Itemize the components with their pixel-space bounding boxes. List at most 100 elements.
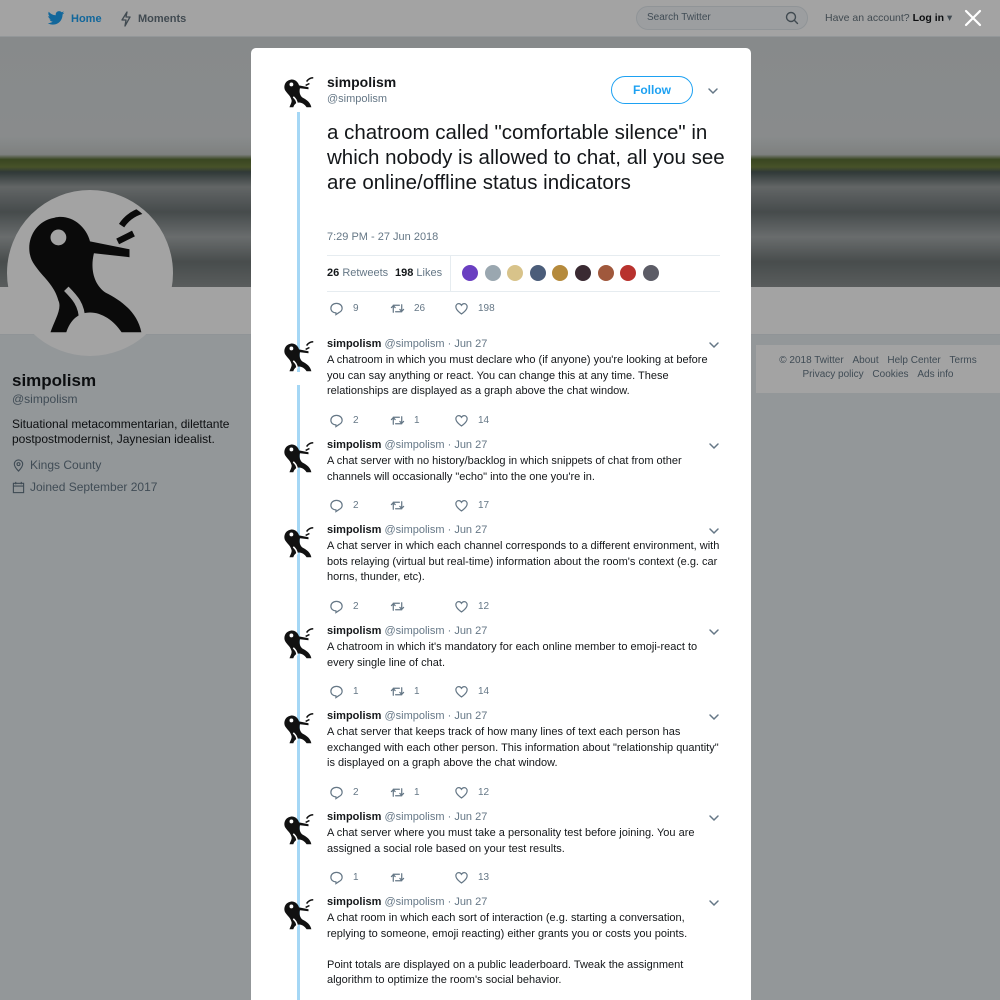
- reply-date[interactable]: · Jun 27: [448, 896, 488, 908]
- avatar[interactable]: [280, 74, 318, 112]
- reply-button[interactable]: 2: [329, 498, 359, 513]
- chevron-down-icon[interactable]: [707, 84, 719, 102]
- like-icon: [454, 413, 469, 428]
- reply-actions: 1 1 14: [329, 684, 529, 700]
- reply-header: simpolism @simpolism · Jun 27: [327, 896, 487, 908]
- reply-button[interactable]: 2: [329, 785, 359, 800]
- reply-button[interactable]: 1: [329, 684, 359, 699]
- reply-date[interactable]: · Jun 27: [448, 811, 488, 823]
- reply-icon: [329, 498, 344, 513]
- retweet-icon: [390, 301, 405, 316]
- avatar[interactable]: [280, 625, 318, 663]
- tweet-stats: 26 Retweets 198 Likes: [327, 255, 720, 292]
- reply-author-handle[interactable]: @simpolism: [384, 625, 444, 637]
- like-count: 14: [478, 414, 490, 426]
- reply-button[interactable]: 2: [329, 599, 359, 614]
- avatar[interactable]: [280, 338, 318, 376]
- avatar[interactable]: [280, 524, 318, 562]
- reply-button[interactable]: 9: [329, 301, 359, 316]
- reply-text: A chatroom in which it's mandatory for e…: [327, 641, 698, 669]
- liker-avatar[interactable]: [574, 264, 592, 282]
- reply-author-handle[interactable]: @simpolism: [384, 896, 444, 908]
- like-button[interactable]: 14: [454, 413, 489, 428]
- reply-icon: [329, 413, 344, 428]
- reply-date[interactable]: · Jun 27: [448, 439, 488, 451]
- retweet-button[interactable]: [390, 498, 414, 513]
- reply-author-name[interactable]: simpolism: [327, 439, 381, 451]
- tweet-author-name[interactable]: simpolism: [327, 74, 396, 90]
- retweet-icon: [390, 498, 405, 513]
- reply-icon: [329, 301, 344, 316]
- reply-author-handle[interactable]: @simpolism: [384, 811, 444, 823]
- liker-avatar[interactable]: [528, 264, 547, 282]
- reply-date[interactable]: · Jun 27: [448, 710, 488, 722]
- reply-author-handle[interactable]: @simpolism: [384, 524, 444, 536]
- reply-actions: 1 13: [329, 870, 529, 886]
- reply-author-name[interactable]: simpolism: [327, 811, 381, 823]
- reply-icon: [329, 599, 344, 614]
- like-button[interactable]: 13: [454, 870, 489, 885]
- follow-button[interactable]: Follow: [611, 76, 693, 104]
- liker-avatar[interactable]: [619, 264, 638, 282]
- reply-author-handle[interactable]: @simpolism: [384, 338, 444, 350]
- liker-avatar[interactable]: [641, 264, 660, 282]
- liker-avatar[interactable]: [461, 264, 479, 282]
- reply-header: simpolism @simpolism · Jun 27: [327, 338, 487, 350]
- reply-date[interactable]: · Jun 27: [448, 338, 488, 350]
- retweet-button[interactable]: 26: [390, 301, 425, 316]
- like-count: 198: [478, 303, 495, 314]
- retweet-button[interactable]: 1: [390, 785, 420, 800]
- reply-author-name[interactable]: simpolism: [327, 338, 381, 350]
- like-button[interactable]: 198: [454, 301, 495, 316]
- like-count: 17: [478, 500, 490, 511]
- reply-button[interactable]: 1: [329, 870, 359, 885]
- retweet-count: 1: [414, 414, 420, 426]
- reply-date[interactable]: · Jun 27: [448, 625, 488, 637]
- tweet-modal: simpolism @simpolism Follow a chatroom c…: [251, 48, 751, 1000]
- reply-author-name[interactable]: simpolism: [327, 625, 381, 637]
- tweet-timestamp[interactable]: 7:29 PM - 27 Jun 2018: [327, 231, 438, 243]
- like-button[interactable]: 14: [454, 684, 489, 699]
- avatar[interactable]: [280, 710, 318, 748]
- reply-author-handle[interactable]: @simpolism: [384, 439, 444, 451]
- retweets-stat[interactable]: 26 Retweets: [327, 267, 388, 279]
- liker-avatar[interactable]: [596, 264, 615, 282]
- reply-author-name[interactable]: simpolism: [327, 710, 381, 722]
- like-button[interactable]: 12: [454, 785, 489, 800]
- reply-text: A chatroom in which you must declare who…: [327, 354, 708, 397]
- reply-date[interactable]: · Jun 27: [448, 524, 488, 536]
- retweet-button[interactable]: 1: [390, 413, 420, 428]
- reply-author-handle[interactable]: @simpolism: [384, 710, 444, 722]
- retweet-button[interactable]: [390, 599, 414, 614]
- reply-author-name[interactable]: simpolism: [327, 524, 381, 536]
- retweet-button[interactable]: [390, 870, 414, 885]
- liker-avatar[interactable]: [483, 264, 502, 282]
- tweet-actions: 9 26 198: [329, 301, 529, 317]
- reply-header: simpolism @simpolism · Jun 27: [327, 439, 487, 451]
- reply-text: A chat server in which each channel corr…: [327, 540, 720, 583]
- like-button[interactable]: 17: [454, 498, 489, 513]
- avatar[interactable]: [280, 896, 318, 934]
- like-button[interactable]: 12: [454, 599, 489, 614]
- like-icon: [454, 684, 469, 699]
- reply-author-name[interactable]: simpolism: [327, 896, 381, 908]
- reply-button[interactable]: 2: [329, 413, 359, 428]
- reply-header: simpolism @simpolism · Jun 27: [327, 524, 487, 536]
- close-icon[interactable]: [963, 8, 983, 28]
- liker-avatar[interactable]: [506, 264, 525, 282]
- avatar[interactable]: [280, 811, 318, 849]
- retweet-button[interactable]: 1: [390, 684, 420, 699]
- likes-stat[interactable]: 198 Likes: [395, 267, 442, 279]
- avatar[interactable]: [280, 439, 318, 477]
- thread-line: [297, 112, 300, 372]
- liker-avatar[interactable]: [551, 264, 570, 282]
- retweet-icon: [390, 785, 405, 800]
- like-count: 14: [478, 686, 490, 697]
- reply-text: A chat server with no history/backlog in…: [327, 455, 682, 483]
- like-icon: [454, 301, 469, 316]
- reply-text: A chat server that keeps track of how ma…: [327, 726, 719, 769]
- likes-label: Likes: [416, 267, 443, 279]
- tweet-author-handle[interactable]: @simpolism: [327, 93, 387, 105]
- like-icon: [454, 785, 469, 800]
- like-count: 13: [478, 872, 490, 883]
